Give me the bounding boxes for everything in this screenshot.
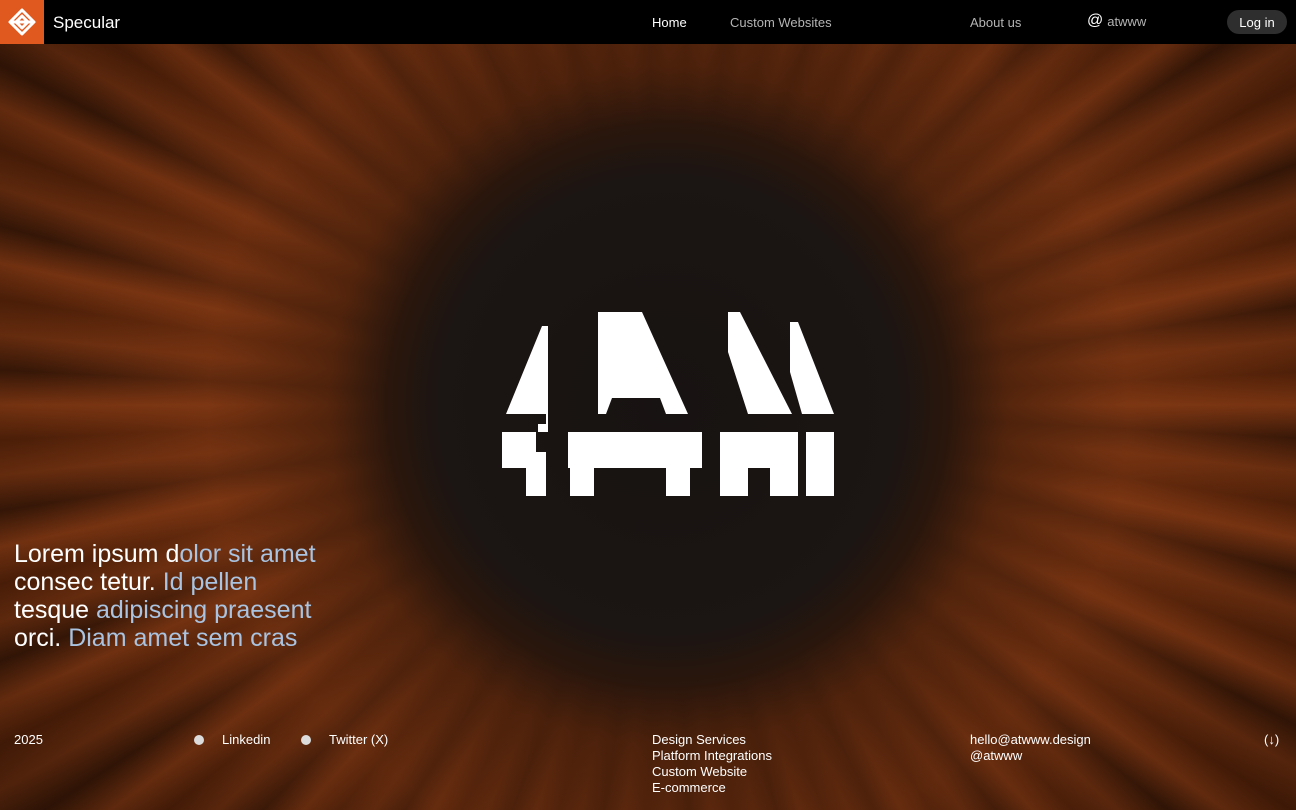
tagline-accent-text: olor sit amet bbox=[179, 540, 316, 568]
social-handle-link[interactable]: @ atwww bbox=[1087, 13, 1146, 29]
linkedin-link[interactable]: Linkedin bbox=[222, 732, 270, 748]
brand-name[interactable]: Specular bbox=[53, 13, 120, 33]
social-handle-footer-link[interactable]: @atwww bbox=[970, 748, 1091, 764]
twitter-link[interactable]: Twitter (X) bbox=[329, 732, 388, 748]
tagline-text: tesque bbox=[14, 596, 97, 624]
service-link[interactable]: Platform Integrations bbox=[652, 748, 772, 764]
tagline-text: orci. bbox=[14, 624, 69, 652]
at-icon: @ bbox=[1087, 12, 1104, 29]
services-list: Design Services Platform Integrations Cu… bbox=[652, 732, 772, 796]
scroll-down-button[interactable]: (↓) bbox=[1264, 732, 1279, 748]
nav-custom-websites-link[interactable]: Custom Websites bbox=[730, 15, 832, 30]
tagline-text: consec tetur. bbox=[14, 568, 163, 596]
atw-monogram-logo bbox=[502, 312, 834, 496]
nav-home-link[interactable]: Home bbox=[652, 15, 687, 30]
tagline-accent-text: Id pellen bbox=[162, 568, 258, 596]
tagline-accent-text: Diam amet sem cras bbox=[68, 624, 298, 652]
service-link[interactable]: Design Services bbox=[652, 732, 772, 748]
top-navbar: Specular Home Custom Websites About us @… bbox=[0, 0, 1296, 44]
service-link[interactable]: E-commerce bbox=[652, 780, 772, 796]
hero-tagline: Lorem ipsum dolor sit amet consec tetur.… bbox=[14, 540, 374, 652]
diamond-knot-icon bbox=[8, 8, 36, 36]
nav-about-link[interactable]: About us bbox=[970, 15, 1021, 30]
footer-year: 2025 bbox=[14, 732, 43, 747]
contact-list: hello@atwww.design @atwww bbox=[970, 732, 1091, 764]
handle-text: atwww bbox=[1107, 13, 1147, 29]
tagline-accent-text: adipiscing praesent bbox=[96, 596, 312, 624]
bullet-dot bbox=[301, 735, 311, 745]
login-button[interactable]: Log in bbox=[1227, 10, 1287, 34]
service-link[interactable]: Custom Website bbox=[652, 764, 772, 780]
bullet-dot bbox=[194, 735, 204, 745]
brand-logo-icon[interactable] bbox=[0, 0, 44, 44]
tagline-text: Lorem ipsum d bbox=[14, 540, 180, 568]
email-link[interactable]: hello@atwww.design bbox=[970, 732, 1091, 748]
